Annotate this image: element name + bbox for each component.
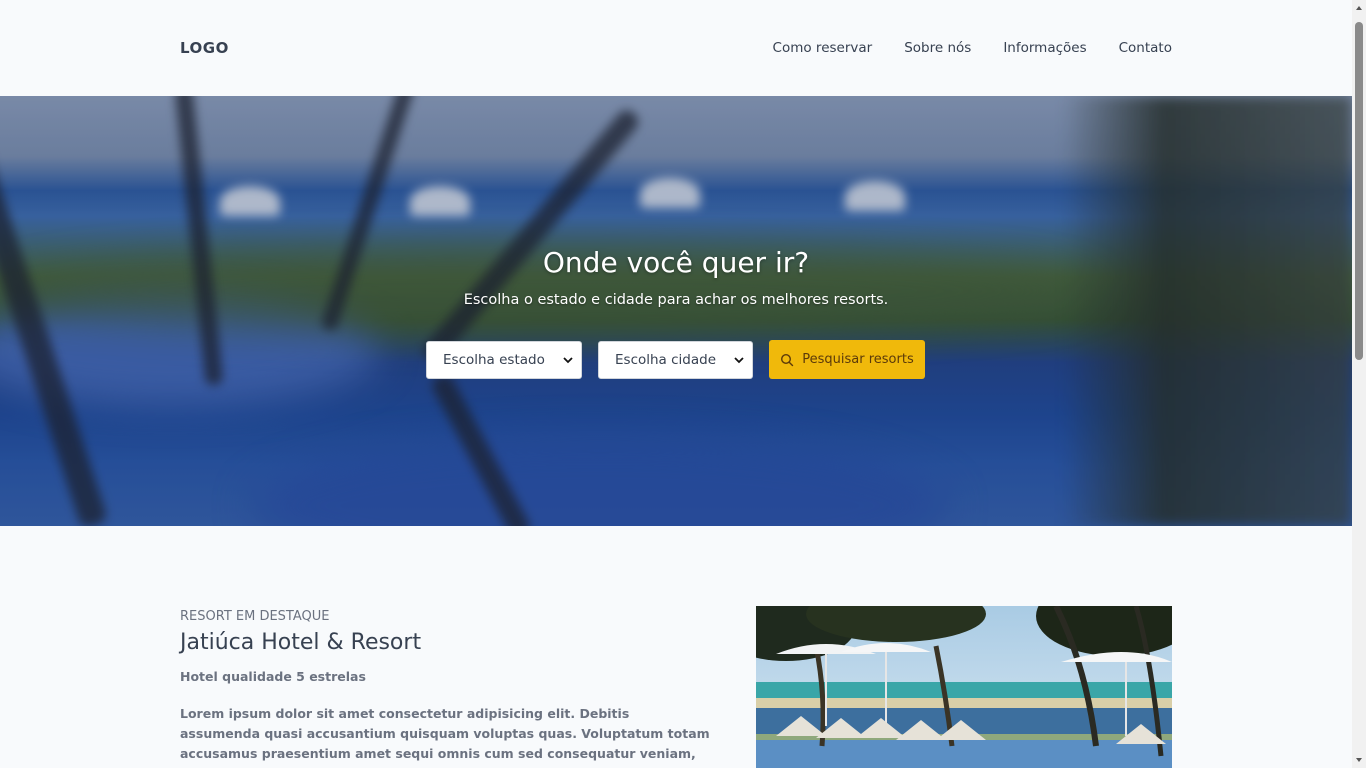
scroll-down-arrow-icon[interactable] <box>1355 756 1363 764</box>
hero-subtitle: Escolha o estado e cidade para achar os … <box>463 292 889 308</box>
chevron-down-icon <box>734 357 744 364</box>
chevron-down-icon <box>563 357 573 364</box>
hero-section: Onde você quer ir? Escolha o estado e ci… <box>0 96 1352 526</box>
state-select[interactable]: Escolha estado <box>426 341 582 379</box>
scroll-up-arrow-icon[interactable] <box>1355 4 1363 12</box>
featured-subtitle: Hotel qualidade 5 estrelas <box>180 669 366 684</box>
nav-link-sobre-nos[interactable]: Sobre nós <box>904 40 971 56</box>
featured-resort-section: RESORT EM DESTAQUE Jatiúca Hotel & Resor… <box>0 526 1352 768</box>
featured-description: Lorem ipsum dolor sit amet consectetur a… <box>180 706 710 768</box>
nav-link-informacoes[interactable]: Informações <box>1003 40 1086 56</box>
hero-title: Onde você quer ir? <box>542 246 810 279</box>
page-scrollbar[interactable] <box>1352 0 1366 768</box>
nav-link-como-reservar[interactable]: Como reservar <box>773 40 873 56</box>
nav-link-contato[interactable]: Contato <box>1119 40 1172 56</box>
state-select-value: Escolha estado <box>443 352 545 368</box>
featured-title: Jatiúca Hotel & Resort <box>180 630 422 655</box>
city-select-value: Escolha cidade <box>615 352 717 368</box>
search-icon <box>781 353 794 366</box>
search-resorts-button[interactable]: Pesquisar resorts <box>769 340 925 379</box>
logo[interactable]: LOGO <box>180 39 229 57</box>
scrollbar-thumb[interactable] <box>1355 22 1363 360</box>
hero-content: Onde você quer ir? Escolha o estado e ci… <box>0 96 1352 526</box>
featured-resort-image <box>756 606 1172 768</box>
site-header: LOGO Como reservar Sobre nós Informações… <box>0 0 1352 96</box>
featured-kicker: RESORT EM DESTAQUE <box>180 609 330 624</box>
search-button-label: Pesquisar resorts <box>802 352 914 367</box>
city-select[interactable]: Escolha cidade <box>598 341 753 379</box>
resort-photo <box>756 606 1172 768</box>
main-nav: Como reservar Sobre nós Informações Cont… <box>773 40 1172 56</box>
